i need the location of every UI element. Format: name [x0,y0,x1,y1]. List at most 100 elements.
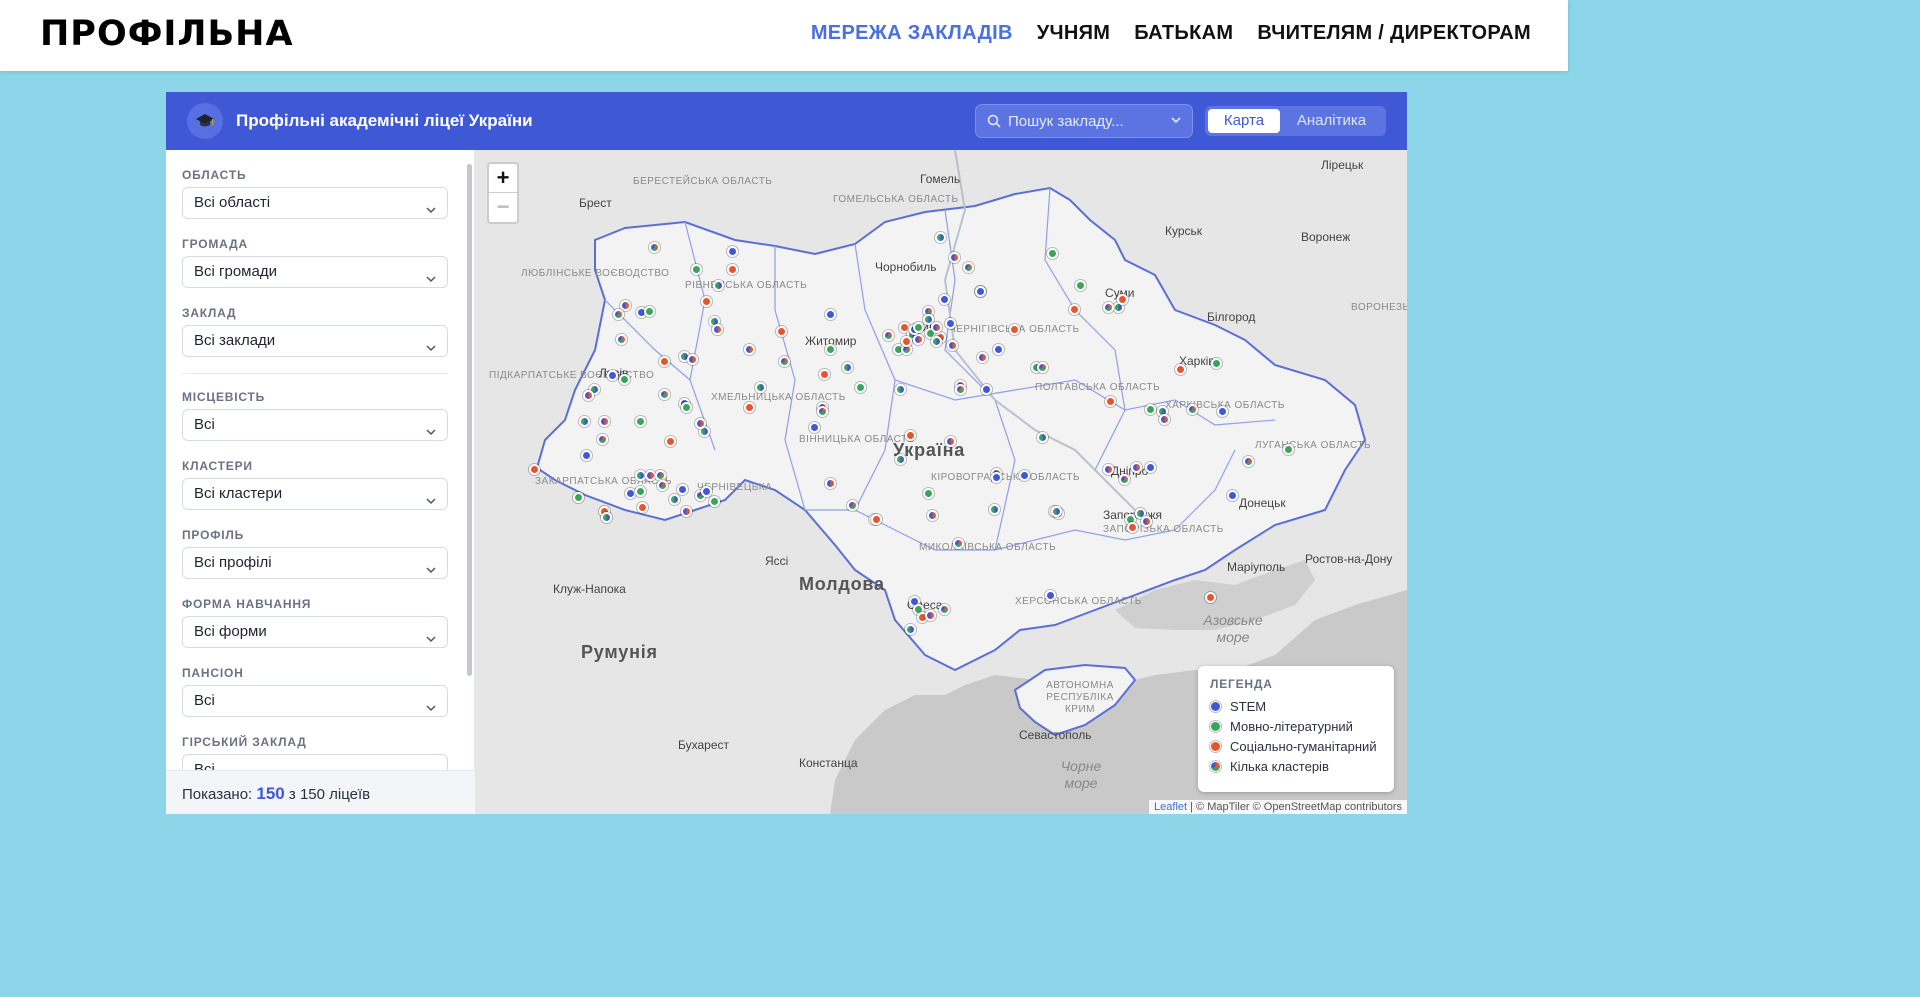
tab-map[interactable]: Карта [1208,109,1280,133]
lyceum-marker[interactable] [579,416,590,427]
lyceum-marker[interactable] [1211,358,1222,369]
lyceum-marker[interactable] [1075,280,1086,291]
lyceum-marker[interactable] [913,334,924,345]
lyceum-marker[interactable] [1145,462,1156,473]
lyceum-marker[interactable] [709,496,720,507]
lyceum-marker[interactable] [712,324,723,335]
lyceum-marker[interactable] [1175,364,1186,375]
nav-link-teachers[interactable]: ВЧИТЕЛЯМ / ДИРЕКТОРАМ [1257,22,1531,45]
lyceum-marker[interactable] [727,246,738,257]
lyceum-marker[interactable] [619,374,630,385]
tab-analytics[interactable]: Аналітика [1280,109,1383,133]
lyceum-marker[interactable] [1205,592,1216,603]
lyceum-marker[interactable] [817,406,828,417]
nav-link-students[interactable]: УЧНЯМ [1037,22,1110,45]
lyceum-marker[interactable] [649,242,660,253]
filter-profile-select[interactable]: Всі профілі [182,547,448,579]
lyceum-marker[interactable] [695,418,706,429]
lyceum-marker[interactable] [1117,294,1128,305]
lyceum-marker[interactable] [931,336,942,347]
lyceum-marker[interactable] [727,264,738,275]
lyceum-marker[interactable] [601,512,612,523]
lyceum-marker[interactable] [1243,456,1254,467]
lyceum-marker[interactable] [681,402,692,413]
lyceum-marker[interactable] [945,436,956,447]
lyceum-marker[interactable] [583,390,594,401]
lyceum-marker[interactable] [809,422,820,433]
filter-school-select[interactable]: Всі заклади [182,325,448,357]
nav-link-parents[interactable]: БАТЬКАМ [1134,22,1233,45]
lyceum-marker[interactable] [755,382,766,393]
lyceum-marker[interactable] [981,384,992,395]
lyceum-marker[interactable] [669,494,680,505]
lyceum-marker[interactable] [825,478,836,489]
school-search-input[interactable]: Пошук закладу... [975,104,1193,138]
lyceum-marker[interactable] [1047,248,1058,259]
lyceum-marker[interactable] [871,514,882,525]
lyceum-marker[interactable] [1019,470,1030,481]
lyceum-marker[interactable] [931,322,942,333]
lyceum-marker[interactable] [855,382,866,393]
lyceum-marker[interactable] [842,362,853,373]
lyceum-marker[interactable] [1051,506,1062,517]
lyceum-marker[interactable] [1187,404,1198,415]
lyceum-marker[interactable] [1105,396,1116,407]
lyceum-marker[interactable] [644,306,655,317]
lyceum-marker[interactable] [677,484,688,495]
site-logo[interactable]: ПРОФІЛЬНА [40,14,294,54]
leaflet-link[interactable]: Leaflet [1154,801,1187,813]
lyceum-marker[interactable] [927,510,938,521]
lyceum-marker[interactable] [963,262,974,273]
lyceum-marker[interactable] [993,344,1004,355]
lyceum-marker[interactable] [955,384,966,395]
filter-hromada-select[interactable]: Всі громади [182,256,448,288]
lyceum-marker[interactable] [953,538,964,549]
lyceum-marker[interactable] [659,389,670,400]
map-view[interactable]: БЕРЕСТЕЙСЬКА ОБЛАСТЬ ГОМЕЛЬСЬКА ОБЛАСТЬ … [475,150,1407,814]
lyceum-marker[interactable] [989,504,1000,515]
lyceum-marker[interactable] [616,334,627,345]
lyceum-marker[interactable] [635,416,646,427]
lyceum-marker[interactable] [905,624,916,635]
filter-boarding-select[interactable]: Всі [182,685,448,717]
lyceum-marker[interactable] [637,502,648,513]
lyceum-marker[interactable] [895,454,906,465]
lyceum-marker[interactable] [1227,490,1238,501]
lyceum-marker[interactable] [1103,302,1114,313]
lyceum-marker[interactable] [581,450,592,461]
lyceum-marker[interactable] [991,472,1002,483]
lyceum-marker[interactable] [613,309,624,320]
lyceum-marker[interactable] [847,500,858,511]
lyceum-marker[interactable] [945,318,956,329]
lyceum-marker[interactable] [825,309,836,320]
lyceum-marker[interactable] [691,264,702,275]
lyceum-marker[interactable] [687,354,698,365]
filter-clusters-select[interactable]: Всі кластери [182,478,448,510]
lyceum-marker[interactable] [701,296,712,307]
lyceum-marker[interactable] [744,344,755,355]
lyceum-marker[interactable] [779,356,790,367]
lyceum-marker[interactable] [935,232,946,243]
lyceum-marker[interactable] [975,286,986,297]
lyceum-marker[interactable] [923,488,934,499]
filter-locality-select[interactable]: Всі [182,409,448,441]
filter-oblast-select[interactable]: Всі області [182,187,448,219]
lyceum-marker[interactable] [1045,590,1056,601]
lyceum-marker[interactable] [1283,444,1294,455]
lyceum-marker[interactable] [1037,362,1048,373]
lyceum-marker[interactable] [825,344,836,355]
lyceum-marker[interactable] [901,336,912,347]
lyceum-marker[interactable] [949,252,960,263]
lyceum-marker[interactable] [713,280,724,291]
lyceum-marker[interactable] [1145,404,1156,415]
lyceum-marker[interactable] [776,326,787,337]
lyceum-marker[interactable] [1127,522,1138,533]
lyceum-marker[interactable] [895,384,906,395]
lyceum-marker[interactable] [665,436,676,447]
zoom-out-button[interactable]: − [489,193,517,222]
lyceum-marker[interactable] [939,604,950,615]
lyceum-marker[interactable] [1217,406,1228,417]
lyceum-marker[interactable] [977,352,988,363]
lyceum-marker[interactable] [1069,304,1080,315]
lyceum-marker[interactable] [599,416,610,427]
